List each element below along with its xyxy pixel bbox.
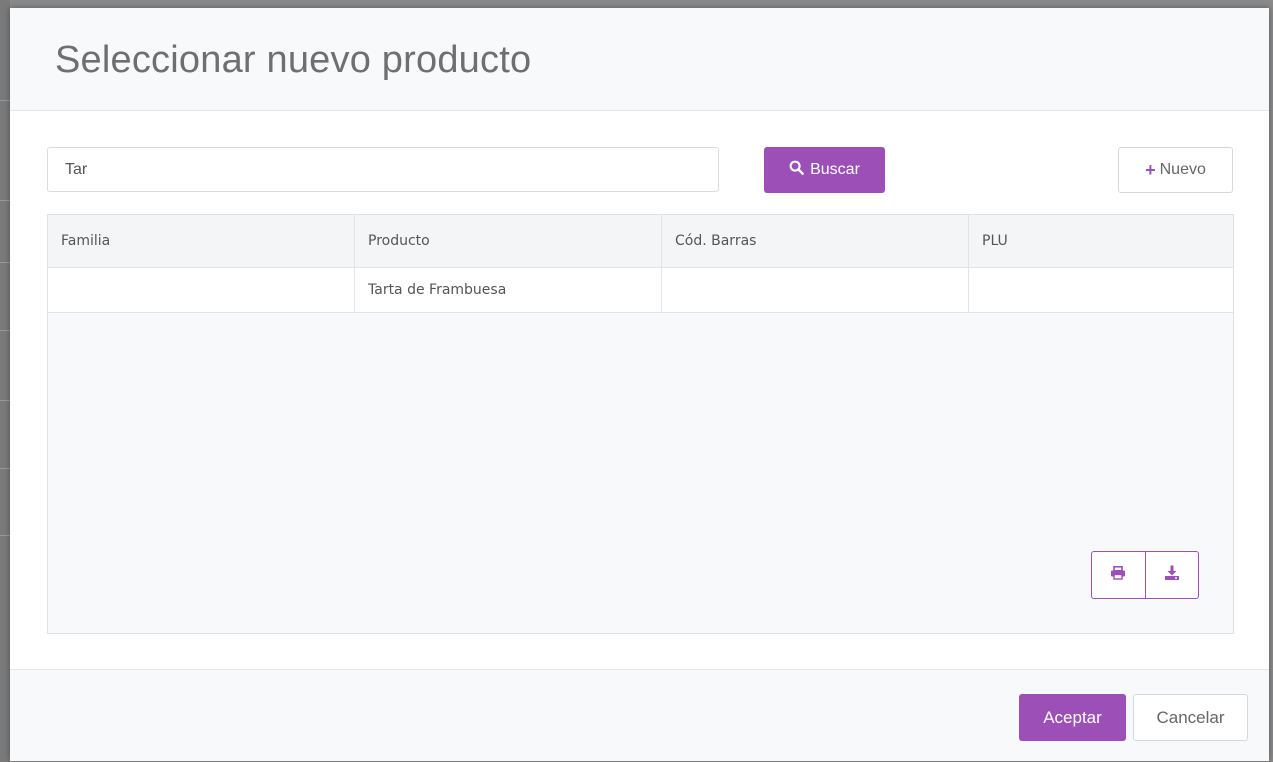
new-product-button[interactable]: + Nuevo: [1118, 147, 1233, 193]
grid-header-row: Familia Producto Cód. Barras PLU: [48, 215, 1233, 268]
column-header-plu[interactable]: PLU: [969, 215, 1233, 267]
download-icon: [1164, 565, 1180, 586]
search-icon: [789, 160, 804, 180]
export-button[interactable]: [1144, 552, 1199, 598]
column-header-producto[interactable]: Producto: [355, 215, 662, 267]
accept-button[interactable]: Aceptar: [1019, 694, 1126, 741]
search-input[interactable]: [47, 147, 719, 192]
search-button-label: Buscar: [810, 161, 860, 178]
cancel-button[interactable]: Cancelar: [1133, 694, 1248, 741]
plus-icon: +: [1145, 160, 1156, 180]
print-icon: [1110, 565, 1126, 585]
print-button[interactable]: [1092, 552, 1145, 598]
modal-header: Seleccionar nuevo producto: [10, 8, 1269, 111]
column-header-familia[interactable]: Familia: [48, 215, 355, 267]
product-grid: Familia Producto Cód. Barras PLU Tarta d…: [47, 214, 1234, 634]
new-button-label: Nuevo: [1159, 161, 1206, 178]
select-product-modal: Seleccionar nuevo producto Buscar + Nuev…: [10, 8, 1269, 761]
column-header-cod-barras[interactable]: Cód. Barras: [662, 215, 969, 267]
cell-familia: [48, 268, 355, 312]
cell-plu: [969, 268, 1233, 312]
modal-footer: Aceptar Cancelar: [10, 669, 1269, 761]
cell-producto: Tarta de Frambuesa: [355, 268, 662, 312]
cell-cod-barras: [662, 268, 969, 312]
grid-actions: [1091, 551, 1199, 599]
search-button[interactable]: Buscar: [764, 147, 885, 193]
background-sidebar-strip: [0, 0, 10, 762]
modal-title: Seleccionar nuevo producto: [55, 39, 532, 81]
table-row[interactable]: Tarta de Frambuesa: [48, 268, 1233, 313]
